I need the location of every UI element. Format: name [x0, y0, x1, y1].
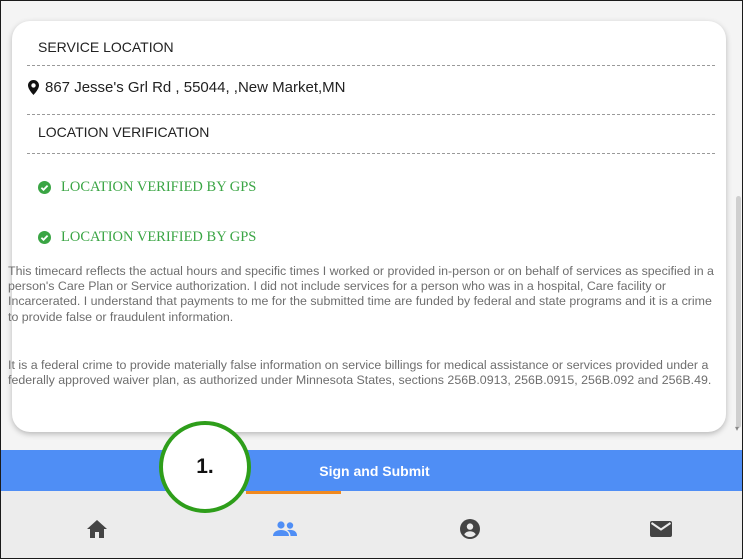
verification-text: LOCATION VERIFIED BY GPS: [61, 229, 257, 245]
sign-and-submit-label: Sign and Submit: [319, 462, 430, 479]
sign-and-submit-button[interactable]: Sign and Submit: [1, 450, 742, 491]
mail-icon: [650, 521, 672, 537]
map-pin-icon: [28, 80, 39, 95]
nav-account[interactable]: [450, 509, 490, 549]
location-verification-heading: LOCATION VERIFICATION: [38, 124, 210, 140]
scroll-down-arrow-icon[interactable]: ▾: [735, 424, 739, 433]
step-number: 1.: [196, 455, 214, 478]
account-circle-icon: [460, 519, 480, 539]
check-circle-icon: [38, 231, 51, 244]
step-annotation-badge: 1.: [159, 421, 251, 513]
service-address: 867 Jesse's Grl Rd , 55044, ,New Market,…: [28, 79, 345, 96]
nav-home[interactable]: [77, 509, 117, 549]
attestation-paragraph: It is a federal crime to provide materia…: [8, 358, 712, 388]
address-text: 867 Jesse's Grl Rd , 55044, ,New Market,…: [45, 79, 346, 96]
nav-mail[interactable]: [641, 509, 681, 549]
app-frame: SERVICE LOCATION 867 Jesse's Grl Rd , 55…: [0, 0, 743, 559]
check-circle-icon: [38, 181, 51, 194]
divider: [27, 114, 715, 115]
home-icon: [87, 520, 107, 538]
service-location-heading: SERVICE LOCATION: [38, 39, 174, 55]
nav-users[interactable]: [265, 509, 305, 549]
attestation-paragraph: This timecard reflects the actual hours …: [8, 264, 714, 324]
timecard-details-card: SERVICE LOCATION 867 Jesse's Grl Rd , 55…: [8, 21, 726, 432]
bottom-navigation: [1, 491, 742, 558]
verification-status: LOCATION VERIFIED BY GPS: [38, 229, 256, 246]
users-icon: [273, 521, 297, 536]
scroll-content[interactable]: SERVICE LOCATION 867 Jesse's Grl Rd , 55…: [1, 1, 742, 449]
scrollbar[interactable]: [736, 196, 741, 428]
divider: [27, 65, 715, 66]
verification-status: LOCATION VERIFIED BY GPS: [38, 179, 256, 196]
verification-text: LOCATION VERIFIED BY GPS: [61, 179, 257, 195]
divider: [27, 153, 715, 154]
active-tab-indicator: [246, 491, 341, 494]
